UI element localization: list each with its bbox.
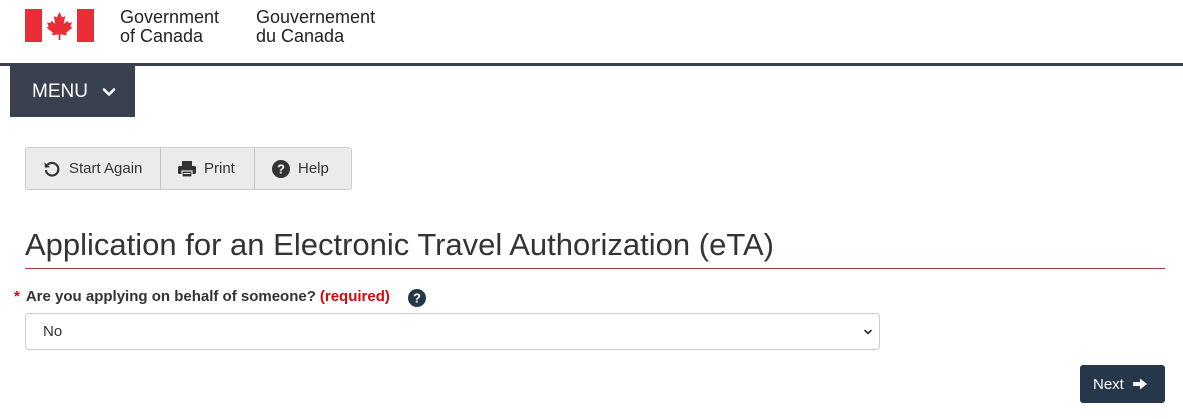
help-button[interactable]: ? Help	[255, 148, 351, 189]
question-text: Are you applying on behalf of someone?	[25, 287, 316, 305]
next-button[interactable]: Next	[1080, 365, 1165, 403]
wordmark-line: du Canada	[256, 26, 345, 46]
next-label: Next	[1093, 375, 1124, 393]
page-title: Application for an Electronic Travel Aut…	[25, 227, 774, 262]
behalf-select[interactable]: No	[25, 313, 880, 350]
question-circle-icon[interactable]: ?	[407, 288, 427, 308]
undo-icon	[44, 161, 60, 177]
wordmark-line: Gouvernement	[256, 7, 376, 27]
start-again-button[interactable]: Start Again	[26, 148, 161, 189]
behalf-question-label: * Are you applying on behalf of someone?…	[14, 284, 427, 308]
print-label: Print	[204, 160, 235, 177]
required-text: (required)	[319, 287, 390, 305]
svg-text:?: ?	[277, 161, 285, 176]
site-header: Government of Canada Gouvernement du Can…	[0, 0, 1183, 66]
menu-label: MENU	[32, 80, 88, 102]
wordmark-english: Government of Canada	[120, 8, 219, 46]
toolbar: Start Again Print ? Help	[25, 147, 352, 190]
print-button[interactable]: Print	[161, 148, 255, 189]
chevron-down-icon	[102, 87, 116, 96]
wordmark-french: Gouvernement du Canada	[256, 8, 375, 46]
start-again-label: Start Again	[69, 160, 143, 177]
behalf-select-value: No	[43, 323, 63, 340]
canada-flag-icon	[25, 9, 94, 42]
title-divider	[25, 268, 1165, 269]
chevron-down-icon	[864, 329, 872, 335]
wordmark-line: of Canada	[120, 26, 204, 46]
arrow-right-icon	[1132, 378, 1147, 390]
required-star: *	[14, 287, 20, 305]
question-circle-icon: ?	[272, 159, 290, 178]
menu-button[interactable]: MENU	[10, 66, 135, 117]
help-label: Help	[298, 160, 329, 177]
printer-icon	[178, 160, 196, 178]
wordmark-line: Government	[120, 7, 220, 27]
svg-text:?: ?	[413, 291, 421, 306]
